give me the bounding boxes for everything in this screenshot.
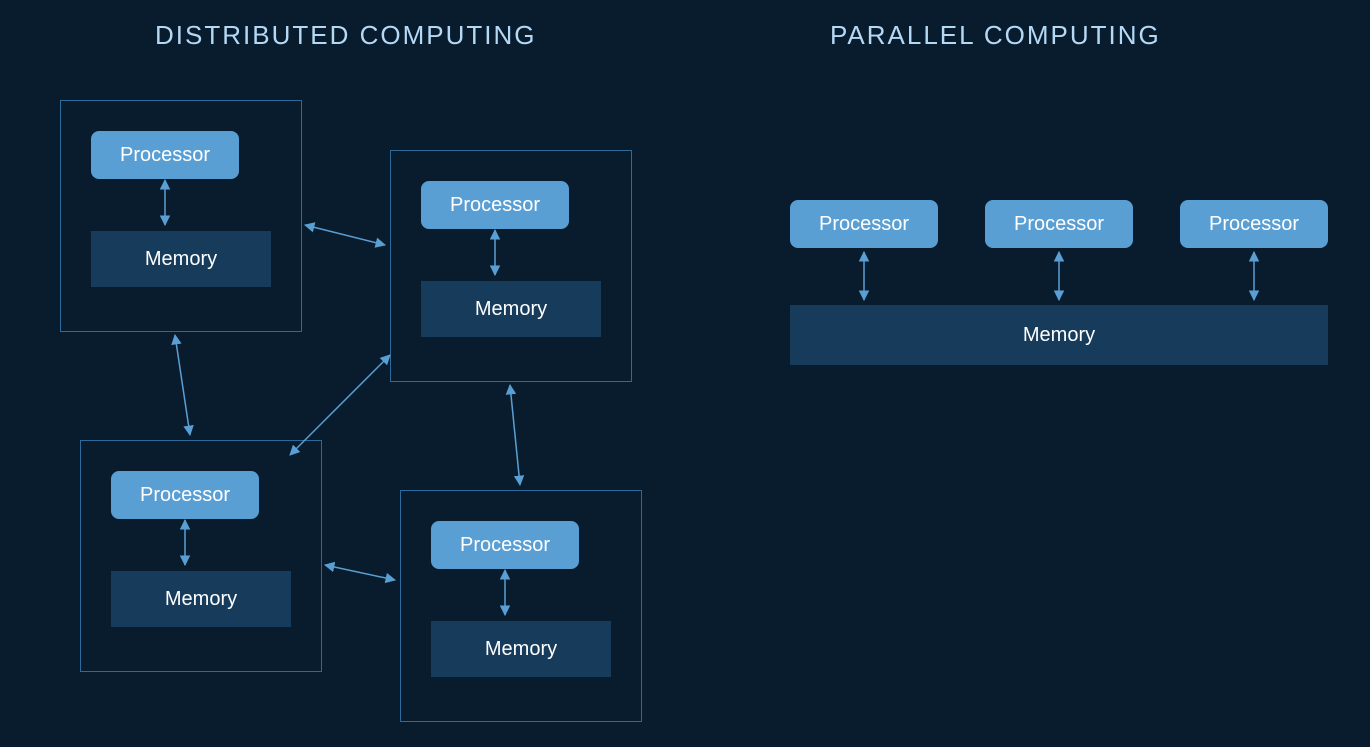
parallel-title: PARALLEL COMPUTING <box>830 20 1161 51</box>
distributed-node: Processor Memory <box>80 440 322 672</box>
processor-block: Processor <box>790 200 938 248</box>
distributed-node: Processor Memory <box>400 490 642 722</box>
memory-block: Memory <box>431 621 611 677</box>
double-arrow-icon <box>175 335 190 435</box>
processor-block: Processor <box>111 471 259 519</box>
processor-block: Processor <box>91 131 239 179</box>
distributed-node: Processor Memory <box>390 150 632 382</box>
processor-block: Processor <box>1180 200 1328 248</box>
shared-memory-block: Memory <box>790 305 1328 365</box>
distributed-title: DISTRIBUTED COMPUTING <box>155 20 536 51</box>
double-arrow-icon <box>305 225 385 245</box>
memory-block: Memory <box>91 231 271 287</box>
double-arrow-icon <box>325 565 395 580</box>
processor-block: Processor <box>431 521 579 569</box>
processor-block: Processor <box>421 181 569 229</box>
processor-block: Processor <box>985 200 1133 248</box>
distributed-node: Processor Memory <box>60 100 302 332</box>
memory-block: Memory <box>421 281 601 337</box>
double-arrow-icon <box>510 385 520 485</box>
memory-block: Memory <box>111 571 291 627</box>
